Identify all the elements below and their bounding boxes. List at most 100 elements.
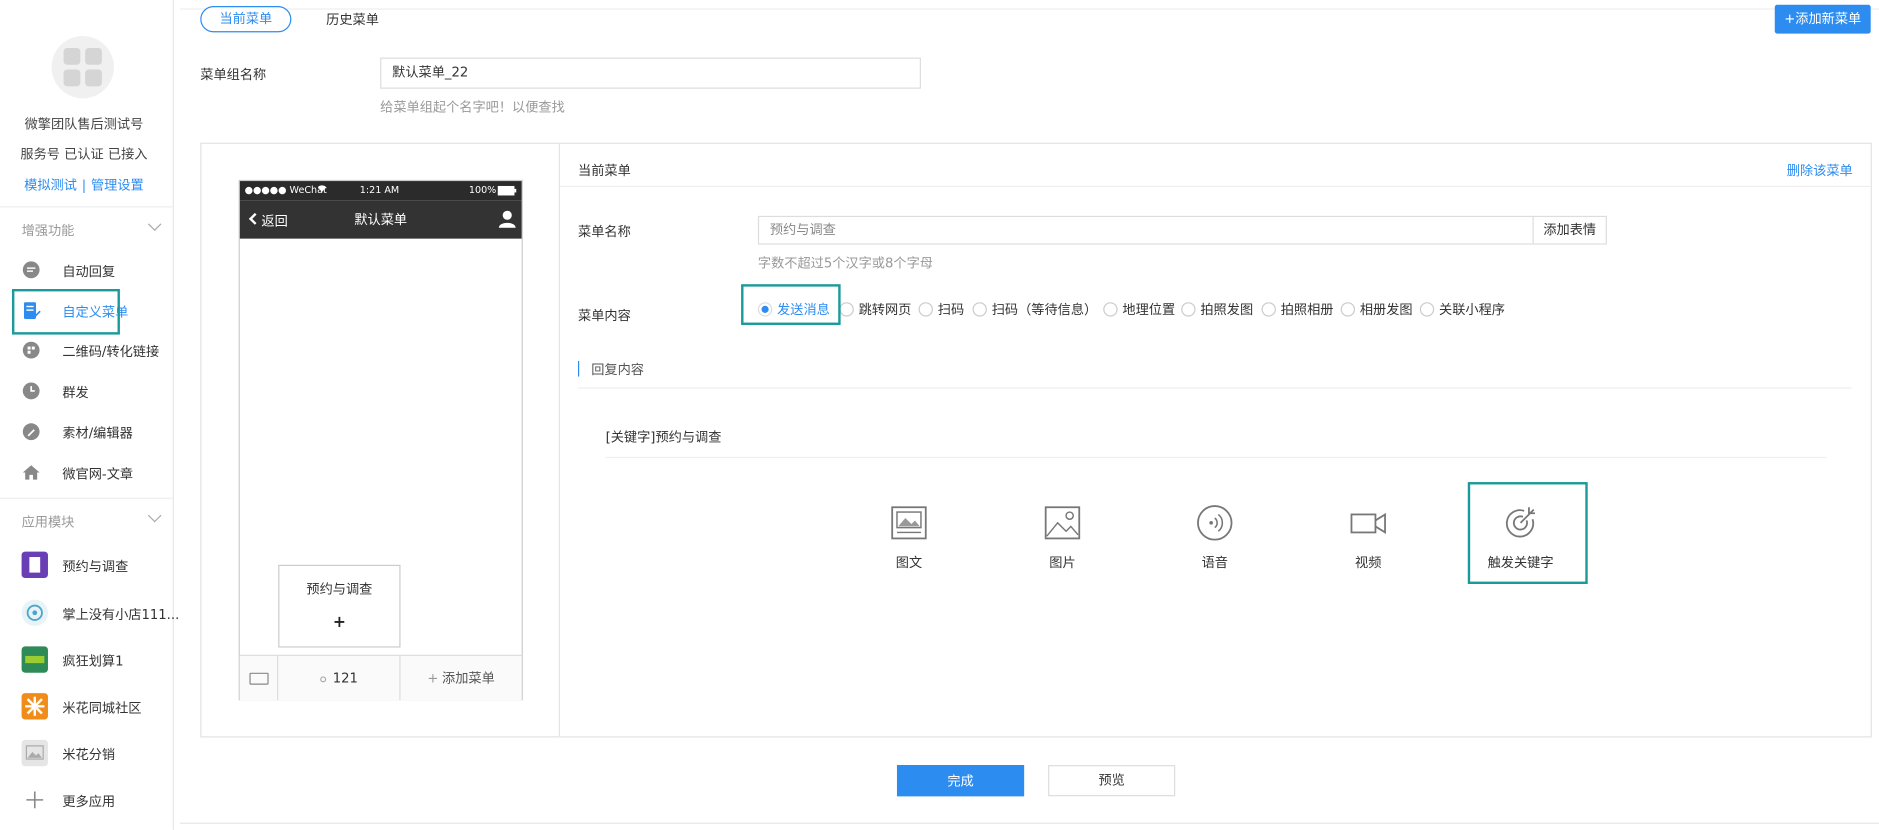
plus-icon: + <box>427 670 439 686</box>
sidebar-item-label: 素材/编辑器 <box>62 425 133 442</box>
distribution-app-icon <box>21 739 48 767</box>
sidebar-app-reservation[interactable]: 预约与调查 <box>0 547 174 583</box>
editor-header-divider <box>560 185 1871 188</box>
sidebar-item-material-editor[interactable]: 素材/编辑器 <box>0 414 174 450</box>
keyword-reply-text: [关键字]预约与调查 <box>605 429 722 445</box>
image-icon <box>1044 506 1081 540</box>
reply-divider <box>577 387 1852 389</box>
manage-settings-link[interactable]: 管理设置 <box>91 177 144 193</box>
tab-history-menu[interactable]: 历史菜单 <box>326 10 379 29</box>
phone-menu-item-label: 121 <box>332 670 358 686</box>
top-divider <box>179 8 1879 10</box>
reply-type-label: 图片 <box>1049 555 1076 571</box>
custom-menu-highlight <box>11 288 120 335</box>
reservation-app-icon <box>21 551 48 578</box>
sidebar-item-label: 自动回复 <box>62 263 116 280</box>
section-title-enhance[interactable]: 增强功能 <box>22 221 75 240</box>
panel-divider <box>558 143 561 737</box>
sidebar-item-qrcode[interactable]: 二维码/转化链接 <box>0 332 174 368</box>
add-emoji-button[interactable]: 添加表情 <box>1532 215 1607 245</box>
radio-mini-program[interactable]: 关联小程序 <box>1419 300 1505 319</box>
wifi-icon <box>317 183 328 195</box>
radio-photo-album[interactable]: 拍照相册 <box>1261 300 1333 319</box>
radio-scan-wait[interactable]: 扫码（等待信息） <box>972 300 1097 319</box>
chat-bubble-icon <box>22 260 41 279</box>
sidebar-item-label: 疯狂划算1 <box>62 653 124 670</box>
battery-icon <box>497 185 517 198</box>
reply-type-voice[interactable]: 语音 <box>1179 504 1251 576</box>
sidebar-item-label: 更多应用 <box>62 793 116 810</box>
radio-location[interactable]: 地理位置 <box>1103 300 1175 319</box>
account-avatar <box>51 35 114 99</box>
phone-add-menu-label: 添加菜单 <box>442 670 495 686</box>
phone-status-bar: ●●●●● WeChat 1:21 AM 100% <box>239 181 522 201</box>
simulate-test-link[interactable]: 模拟测试 <box>24 177 77 193</box>
radio-album-send[interactable]: 相册发图 <box>1340 300 1413 319</box>
preview-button[interactable]: 预览 <box>1048 765 1176 797</box>
reply-section-marker <box>577 360 580 377</box>
send-message-highlight <box>741 284 841 325</box>
user-icon[interactable] <box>498 210 516 228</box>
home-icon <box>22 463 41 482</box>
menu-group-name-input[interactable]: 默认菜单_22 <box>380 57 921 89</box>
reply-type-video[interactable]: 视频 <box>1332 504 1404 576</box>
sidebar-item-broadcast[interactable]: 群发 <box>0 373 174 409</box>
sidebar-item-label: 二维码/转化链接 <box>62 344 160 360</box>
keyword-trigger-highlight <box>1467 482 1588 584</box>
menu-name-input[interactable]: 预约与调查 <box>757 215 1534 245</box>
add-new-menu-button[interactable]: +添加新菜单 <box>1774 4 1871 34</box>
phone-menu-bar: 121 + 添加菜单 <box>239 654 522 701</box>
shop-app-icon <box>21 599 48 626</box>
news-icon <box>891 506 927 540</box>
reply-content-title: 回复内容 <box>591 362 644 378</box>
sidebar-app-distribution[interactable]: 米花分销 <box>0 735 174 771</box>
phone-submenu[interactable]: 预约与调查 + <box>278 564 401 648</box>
tab-current-menu[interactable]: 当前菜单 <box>200 5 292 33</box>
sidebar-app-shop[interactable]: 掌上没有小店111... <box>0 595 179 631</box>
keyword-divider <box>605 456 1827 459</box>
account-name: 微擎团队售后测试号 <box>24 116 144 132</box>
phone-preview: ●●●●● WeChat 1:21 AM 100% 返回 默认菜单 预约与调查 … <box>238 179 523 701</box>
sidebar-item-label: 微官网-文章 <box>62 466 134 483</box>
reply-type-image[interactable]: 图片 <box>1026 504 1098 576</box>
account-links: 模拟测试 | 管理设置 <box>0 175 168 194</box>
chevron-down-icon[interactable] <box>147 508 162 523</box>
sidebar-item-label: 预约与调查 <box>62 558 129 575</box>
sidebar-item-label: 群发 <box>62 384 89 401</box>
reply-type-label: 视频 <box>1355 555 1382 571</box>
reply-type-news[interactable]: 图文 <box>873 504 945 576</box>
submenu-item-label[interactable]: 预约与调查 <box>279 579 399 598</box>
sidebar-item-label: 米花同城社区 <box>62 700 142 716</box>
reply-type-label: 语音 <box>1201 555 1228 571</box>
sidebar-item-auto-reply[interactable]: 自动回复 <box>0 252 174 288</box>
menu-group-label: 菜单组名称 <box>200 67 267 83</box>
menu-dot-icon <box>319 675 326 682</box>
phone-add-menu-button[interactable]: + 添加菜单 <box>401 656 522 700</box>
keyboard-icon <box>249 672 269 685</box>
sidebar-item-label: 掌上没有小店111... <box>62 606 180 623</box>
sidebar-item-label: 米花分销 <box>62 747 116 763</box>
voice-icon <box>1197 505 1233 541</box>
phone-battery: 100% <box>468 184 497 196</box>
radio-scan[interactable]: 扫码 <box>918 300 964 319</box>
sidebar-app-community[interactable]: 米花同城社区 <box>0 688 174 724</box>
menu-name-hint: 字数不超过5个汉字或8个字母 <box>757 255 933 272</box>
section-title-apps[interactable]: 应用模块 <box>22 512 75 531</box>
community-app-icon <box>21 693 48 720</box>
link-separator: | <box>81 177 87 194</box>
sidebar-app-deal[interactable]: 疯狂划算1 <box>0 642 174 678</box>
chevron-down-icon[interactable] <box>147 217 162 232</box>
sidebar-item-microsite[interactable]: 微官网-文章 <box>0 454 174 490</box>
radio-photo-send[interactable]: 拍照发图 <box>1181 300 1253 319</box>
sidebar: 微擎团队售后测试号 服务号 已认证 已接入 模拟测试 | 管理设置 增强功能 自动回… <box>0 0 179 830</box>
radio-jump-webpage[interactable]: 跳转网页 <box>839 300 911 319</box>
done-button[interactable]: 完成 <box>896 765 1025 797</box>
sidebar-more-apps[interactable]: 更多应用 <box>0 782 174 818</box>
delete-menu-link[interactable]: 删除该菜单 <box>1787 161 1853 180</box>
pencil-icon <box>22 422 41 441</box>
phone-title: 默认菜单 <box>354 212 408 228</box>
video-icon <box>1350 512 1386 535</box>
add-submenu-button[interactable]: + <box>279 614 399 632</box>
keyboard-toggle[interactable] <box>240 655 279 701</box>
phone-menu-item[interactable]: 121 <box>278 655 401 701</box>
